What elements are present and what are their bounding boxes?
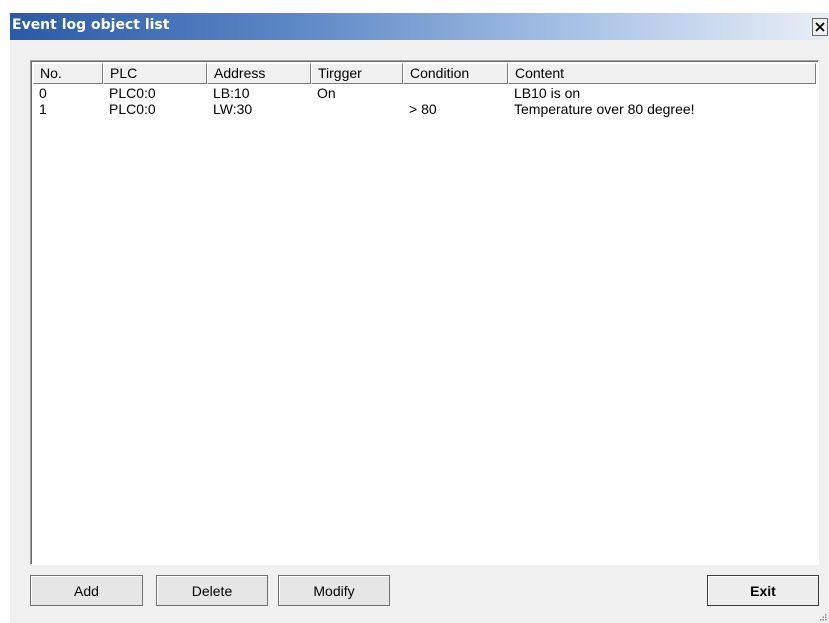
column-header-plc[interactable]: PLC: [103, 63, 207, 84]
cell-condition: [403, 85, 508, 101]
cell-no: 0: [39, 85, 47, 101]
column-header-address[interactable]: Address: [207, 63, 311, 84]
cell-plc: PLC0:0: [109, 85, 156, 101]
event-log-window: Event log object list No. PLC Address Ti…: [10, 13, 829, 623]
cell-address: LW:30: [213, 101, 253, 117]
list-rows: 0 PLC0:0 LB:10 On LB10 is on 1 PLC0:0 LW…: [33, 85, 818, 117]
cell-address: LB:10: [213, 85, 250, 101]
cell-content: Temperature over 80 degree!: [514, 101, 695, 117]
column-header-no[interactable]: No.: [33, 63, 103, 84]
resize-grip-icon[interactable]: [819, 613, 827, 621]
list-header: No. PLC Address Tirgger Condition Conten…: [33, 63, 818, 84]
list-row[interactable]: 0 PLC0:0 LB:10 On LB10 is on: [33, 85, 818, 101]
event-log-list[interactable]: No. PLC Address Tirgger Condition Conten…: [30, 60, 819, 565]
list-row[interactable]: 1 PLC0:0 LW:30 > 80 Temperature over 80 …: [33, 101, 818, 117]
exit-button[interactable]: Exit: [707, 575, 819, 606]
column-header-trigger[interactable]: Tirgger: [311, 63, 403, 84]
delete-button[interactable]: Delete: [156, 575, 268, 606]
modify-button[interactable]: Modify: [278, 575, 390, 606]
cell-no: 1: [39, 101, 47, 117]
column-header-content[interactable]: Content: [508, 63, 816, 84]
add-button[interactable]: Add: [30, 575, 143, 606]
close-icon: [815, 22, 825, 32]
window-title: Event log object list: [12, 17, 170, 33]
cell-trigger: On: [317, 85, 336, 101]
cell-trigger: [311, 101, 403, 117]
title-bar[interactable]: Event log object list: [10, 13, 829, 40]
cell-condition: > 80: [409, 101, 437, 117]
cell-content: LB10 is on: [514, 85, 581, 101]
close-button[interactable]: [812, 18, 828, 36]
cell-plc: PLC0:0: [109, 101, 156, 117]
column-header-condition[interactable]: Condition: [403, 63, 508, 84]
